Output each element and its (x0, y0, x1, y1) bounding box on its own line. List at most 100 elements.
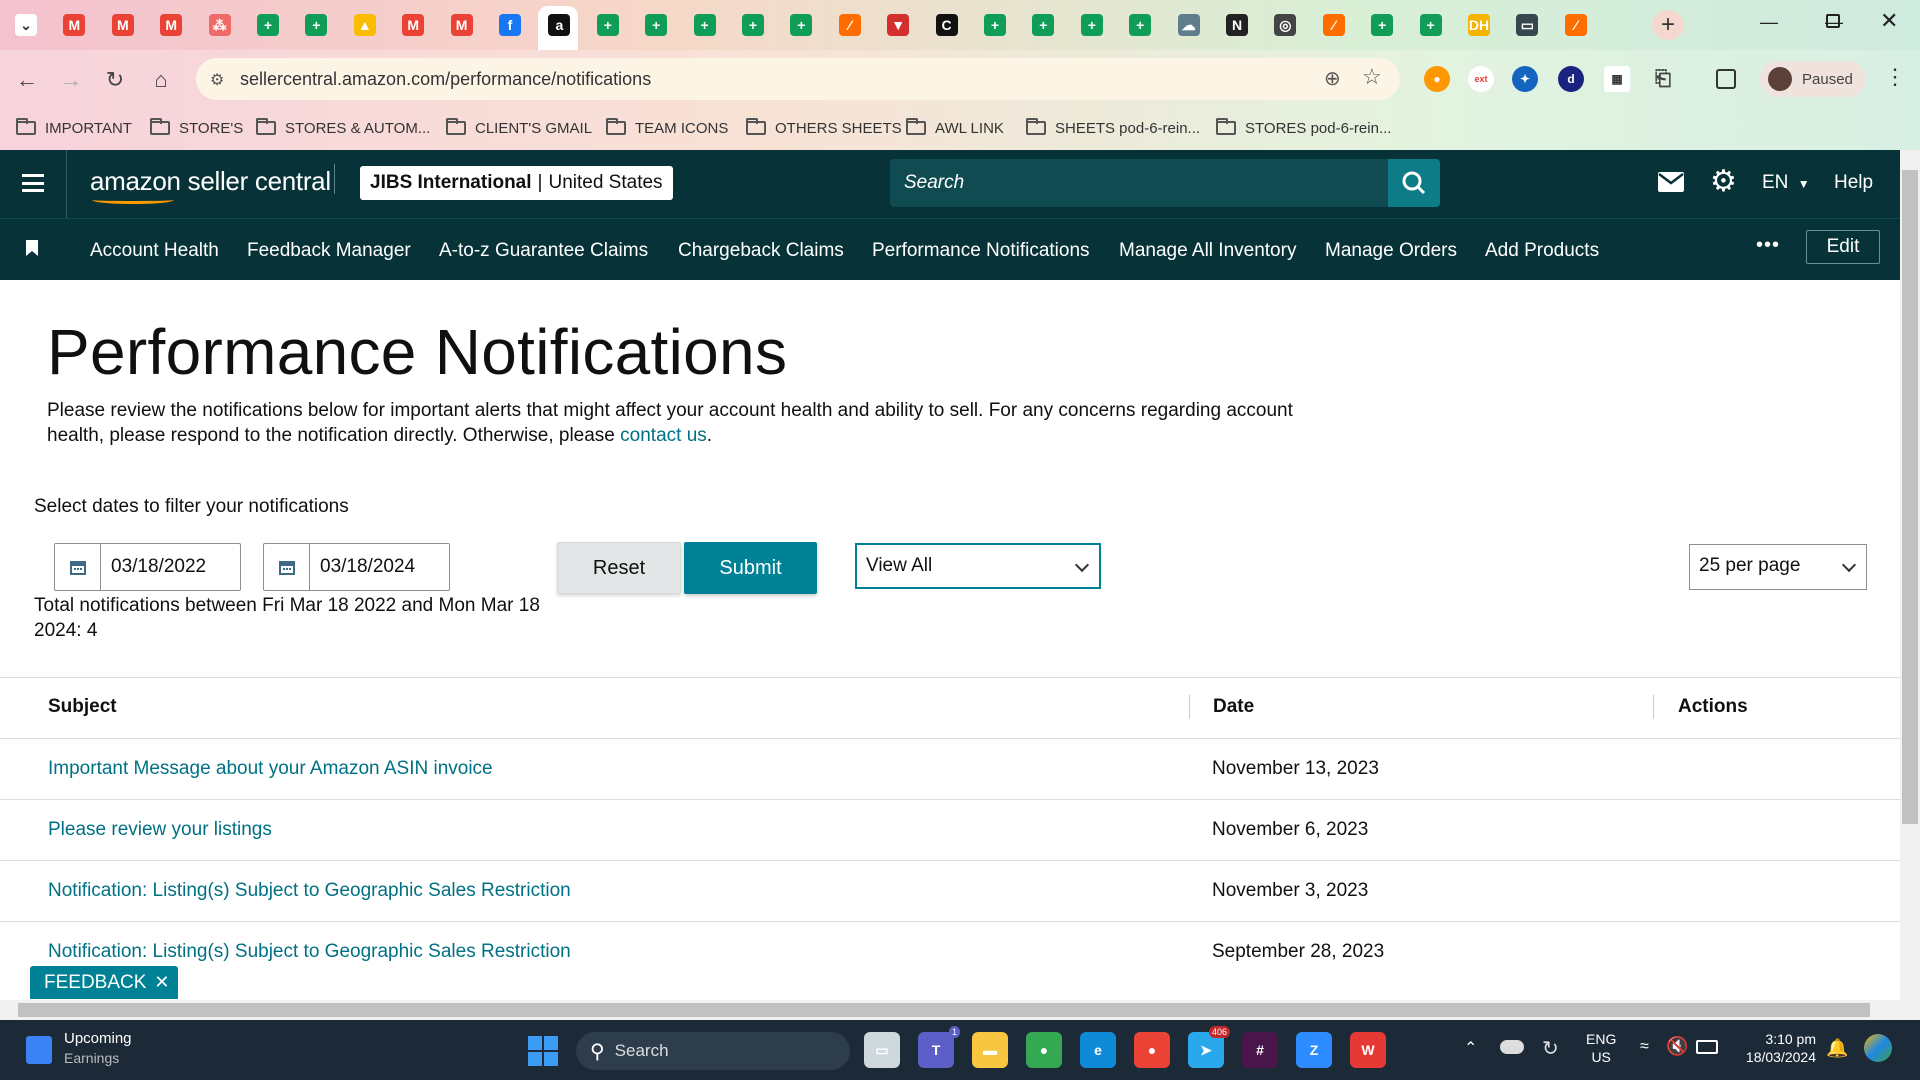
widget-title[interactable]: Upcoming (64, 1030, 132, 1047)
calendar-icon[interactable] (278, 559, 295, 575)
notification-subject-link[interactable]: Notification: Listing(s) Subject to Geog… (48, 880, 571, 902)
qr-extension-icon[interactable]: ▦ (1604, 66, 1630, 92)
taskbar-search[interactable]: ⚲ Search (576, 1032, 850, 1070)
contact-us-link[interactable]: contact us (620, 425, 707, 446)
restore-icon[interactable] (1826, 14, 1840, 28)
vertical-scroll-thumb[interactable] (1902, 170, 1918, 824)
browser-tab[interactable]: f (490, 8, 530, 42)
nav-link[interactable]: A-to-z Guarantee Claims (439, 240, 648, 262)
new-tab-icon[interactable]: + (1652, 10, 1684, 40)
browser-tab[interactable]: + (296, 8, 336, 42)
nav-link[interactable]: Manage All Inventory (1119, 240, 1296, 262)
edge-icon[interactable]: e (1080, 1032, 1116, 1068)
bookmark-folder[interactable]: STORE'S (150, 116, 243, 140)
more-icon[interactable]: ••• (1756, 234, 1780, 257)
bookmark-icon[interactable] (26, 240, 38, 256)
battery-icon[interactable] (1696, 1040, 1718, 1054)
browser-tab[interactable]: M (393, 8, 433, 42)
edit-nav-button[interactable]: Edit (1806, 230, 1880, 264)
slack-icon[interactable]: # (1242, 1032, 1278, 1068)
notification-type-select[interactable]: View All (855, 543, 1101, 589)
reset-button[interactable]: Reset (557, 542, 681, 594)
browser-tab[interactable]: ☁ (1169, 8, 1209, 42)
nav-link[interactable]: Account Health (90, 240, 219, 262)
browser-tab[interactable]: ⁄ (1314, 8, 1354, 42)
windows-start-icon[interactable] (528, 1036, 558, 1066)
wifi-icon[interactable]: ≈ (1640, 1038, 1649, 1056)
url-text[interactable]: sellercentral.amazon.com/performance/not… (240, 69, 651, 90)
browser-tab[interactable]: + (781, 8, 821, 42)
teams-icon[interactable]: T1 (918, 1026, 960, 1068)
bookmark-folder[interactable]: IMPORTANT (16, 116, 132, 140)
bookmark-folder[interactable]: SHEETS pod-6-rein... (1026, 116, 1200, 140)
telegram-icon[interactable]: ➤ 406 (1188, 1026, 1230, 1068)
browser-tab[interactable]: M (442, 8, 482, 42)
browser-tab[interactable]: + (1411, 8, 1451, 42)
browser-tab[interactable]: C (927, 8, 967, 42)
notification-subject-link[interactable]: Notification: Listing(s) Subject to Geog… (48, 941, 571, 963)
forward-icon[interactable]: → (56, 65, 86, 95)
extension-icon[interactable]: ✦ (1512, 66, 1538, 92)
clock[interactable]: 3:10 pm 18/03/2024 (1732, 1030, 1816, 1066)
notification-subject-link[interactable]: Important Message about your Amazon ASIN… (48, 758, 493, 780)
stock-chart-icon[interactable] (26, 1036, 52, 1064)
bookmark-folder[interactable]: CLIENT'S GMAIL (446, 116, 592, 140)
speaker-muted-icon[interactable]: 🔇 (1666, 1036, 1688, 1057)
help-link[interactable]: Help (1834, 172, 1873, 194)
reload-icon[interactable]: ↻ (100, 65, 130, 95)
hamburger-menu-icon[interactable] (22, 174, 44, 192)
end-date-value[interactable]: 03/18/2024 (320, 556, 415, 578)
browser-tab[interactable]: ▭ (1507, 8, 1547, 42)
browser-tab[interactable]: ⁄ (830, 8, 870, 42)
side-panel-icon[interactable] (1716, 69, 1736, 89)
sync-icon[interactable]: ↻ (1542, 1036, 1559, 1061)
browser-tab[interactable]: ⌄ (6, 8, 46, 42)
nav-link[interactable]: Chargeback Claims (678, 240, 844, 262)
bookmark-folder[interactable]: STORES & AUTOM... (256, 116, 430, 140)
nav-link[interactable]: Feedback Manager (247, 240, 411, 262)
start-date-field[interactable]: 03/18/2022 (54, 543, 241, 591)
nav-link[interactable]: Manage Orders (1325, 240, 1457, 262)
browser-tab[interactable]: + (1072, 8, 1112, 42)
bookmark-folder[interactable]: STORES pod-6-rein... (1216, 116, 1391, 140)
seller-central-logo[interactable]: amazon seller central (90, 166, 331, 197)
minimize-icon[interactable]: — (1760, 12, 1778, 33)
browser-tab[interactable]: M (151, 8, 191, 42)
browser-tab[interactable]: M (103, 8, 143, 42)
zoom-icon[interactable]: ⊕ (1324, 66, 1341, 91)
browser-tab[interactable]: + (975, 8, 1015, 42)
file-explorer-icon[interactable]: ▬ (972, 1032, 1008, 1068)
browser-tab[interactable]: + (248, 8, 288, 42)
account-switcher[interactable]: JIBS International | United States (360, 166, 673, 200)
chrome-icon[interactable]: ● (1134, 1032, 1170, 1068)
browser-tab[interactable]: + (588, 8, 628, 42)
site-info-icon[interactable]: ⚙ (210, 70, 224, 90)
browser-tab[interactable]: + (685, 8, 725, 42)
browser-tab[interactable]: + (636, 8, 676, 42)
browser-tab[interactable]: ◎ (1265, 8, 1305, 42)
column-header-subject[interactable]: Subject (48, 696, 117, 718)
wps-icon[interactable]: W (1350, 1032, 1386, 1068)
mail-icon[interactable] (1658, 172, 1684, 192)
start-date-value[interactable]: 03/18/2022 (111, 556, 206, 578)
browser-tab[interactable]: + (1362, 8, 1402, 42)
browser-tab[interactable]: N (1217, 8, 1257, 42)
language-selector[interactable]: EN ▼ (1762, 172, 1810, 194)
submit-button[interactable]: Submit (684, 542, 817, 594)
browser-tab[interactable]: M (54, 8, 94, 42)
browser-menu-icon[interactable]: ⋮ (1884, 64, 1906, 90)
column-header-date[interactable]: Date (1213, 696, 1254, 718)
search-input[interactable]: Search (890, 159, 1388, 207)
language-indicator[interactable]: ENG US (1586, 1030, 1616, 1066)
desktop-switcher-icon[interactable]: ▭ (864, 1032, 900, 1068)
bookmark-folder[interactable]: OTHERS SHEETS (746, 116, 902, 140)
back-icon[interactable]: ← (12, 65, 42, 95)
onedrive-cloud-icon[interactable] (1500, 1040, 1524, 1054)
close-icon[interactable]: ✕ (154, 972, 169, 993)
browser-tab[interactable]: ▲ (345, 8, 385, 42)
horizontal-scroll-thumb[interactable] (18, 1003, 1870, 1017)
browser-tab[interactable]: ⁂ (200, 8, 240, 42)
browser-tab[interactable]: ⁄ (1556, 8, 1596, 42)
home-icon[interactable]: ⌂ (146, 65, 176, 95)
nav-link[interactable]: Add Products (1485, 240, 1599, 262)
